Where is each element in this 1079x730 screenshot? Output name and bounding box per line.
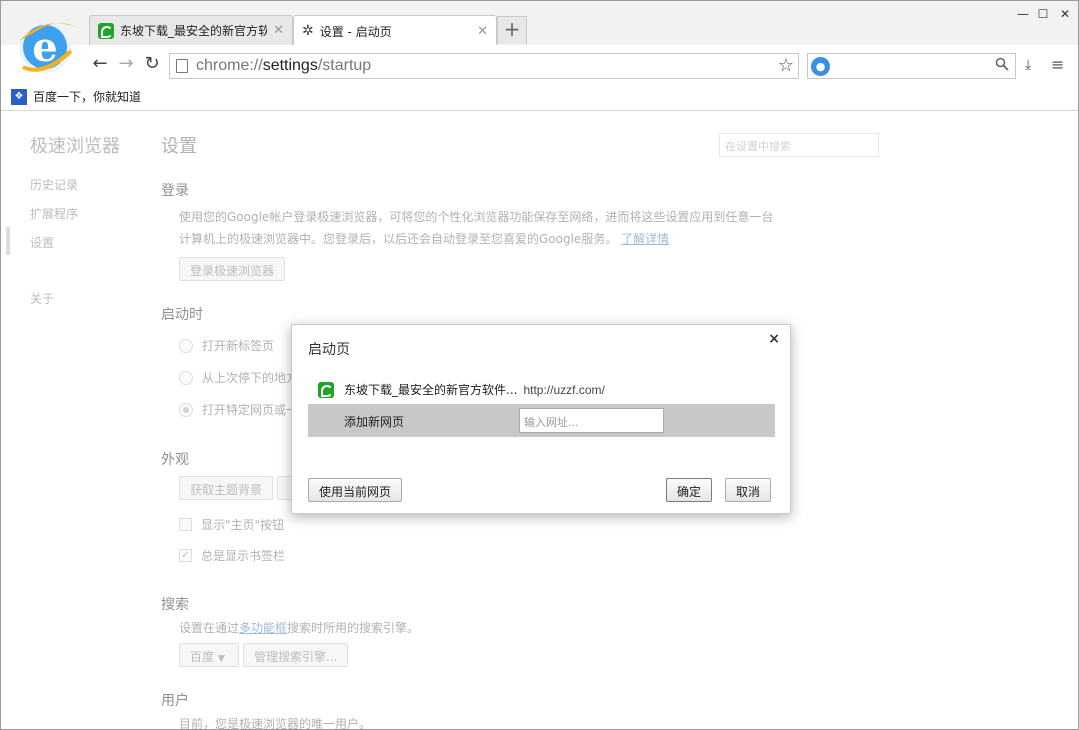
browser-logo-icon: e [19,21,75,73]
close-icon[interactable]: × [768,331,780,347]
reload-button[interactable]: ↻ [141,53,163,75]
add-page-row: 添加新网页 输入网址... [308,404,775,437]
startup-page-entry[interactable]: 东坡下载_最安全的新官方软件... http://uzzf.com/ [318,381,605,398]
search-input[interactable]: ● [807,53,1016,79]
maximize-button[interactable]: ☐ [1033,7,1053,21]
tab-label: 东坡下载_最安全的新官方软 [120,24,268,38]
close-icon[interactable]: ✕ [273,23,284,38]
add-page-label: 添加新网页 [344,415,405,429]
baidu-paw-icon: ❖ [11,88,27,105]
tab-label: 设置 - 启动页 [319,24,392,39]
tab-strip: e 东坡下载_最安全的新官方软 ✕ ✲ 设置 - 启动页 ✕ + — ☐ ✕ [1,1,1078,73]
toolbar: ← → ↻ chrome://settings/startup ☆ ● ⤓ ≡ [1,45,1078,85]
url-input[interactable]: 输入网址... [519,408,664,433]
baidu-paw-icon[interactable]: ● [811,57,830,76]
startup-page-title: 东坡下载_最安全的新官方软件... [344,383,518,397]
cancel-button[interactable]: 取消 [725,478,772,502]
page-icon [176,59,188,73]
back-button[interactable]: ← [89,53,111,75]
bookmark-baidu[interactable]: ❖ 百度一下，你就知道 [11,88,141,105]
browser-window: e 东坡下载_最安全的新官方软 ✕ ✲ 设置 - 启动页 ✕ + — ☐ ✕ ←… [0,0,1079,730]
use-current-pages-button[interactable]: 使用当前网页 [308,478,403,502]
address-bar[interactable]: chrome://settings/startup ☆ [169,53,799,79]
new-tab-button[interactable]: + [497,16,527,44]
tab-settings[interactable]: ✲ 设置 - 启动页 ✕ [293,15,497,46]
startup-pages-dialog: 启动页 × 东坡下载_最安全的新官方软件... http://uzzf.com/… [291,324,791,514]
close-icon[interactable]: ✕ [477,24,488,39]
bookmark-label: 百度一下，你就知道 [33,90,142,104]
minimize-button[interactable]: — [1013,7,1033,21]
download-icon[interactable]: ⤓ [1025,57,1031,73]
dialog-title: 启动页 [308,342,350,358]
close-window-button[interactable]: ✕ [1055,7,1075,21]
bookmark-star-icon[interactable]: ☆ [778,55,794,76]
menu-icon[interactable]: ≡ [1051,55,1064,74]
ok-button[interactable]: 确定 [666,478,713,502]
startup-page-url: http://uzzf.com/ [523,382,605,397]
bookmarks-bar: ❖ 百度一下，你就知道 [1,85,1078,111]
url-text: chrome://settings/startup [196,57,372,74]
tab-dongpo[interactable]: 东坡下载_最安全的新官方软 ✕ [89,15,293,45]
dongpo-favicon-icon [98,22,114,39]
forward-button[interactable]: → [115,53,137,75]
search-icon[interactable] [995,57,1009,71]
gear-icon: ✲ [302,23,314,39]
dongpo-favicon-icon [318,381,334,398]
